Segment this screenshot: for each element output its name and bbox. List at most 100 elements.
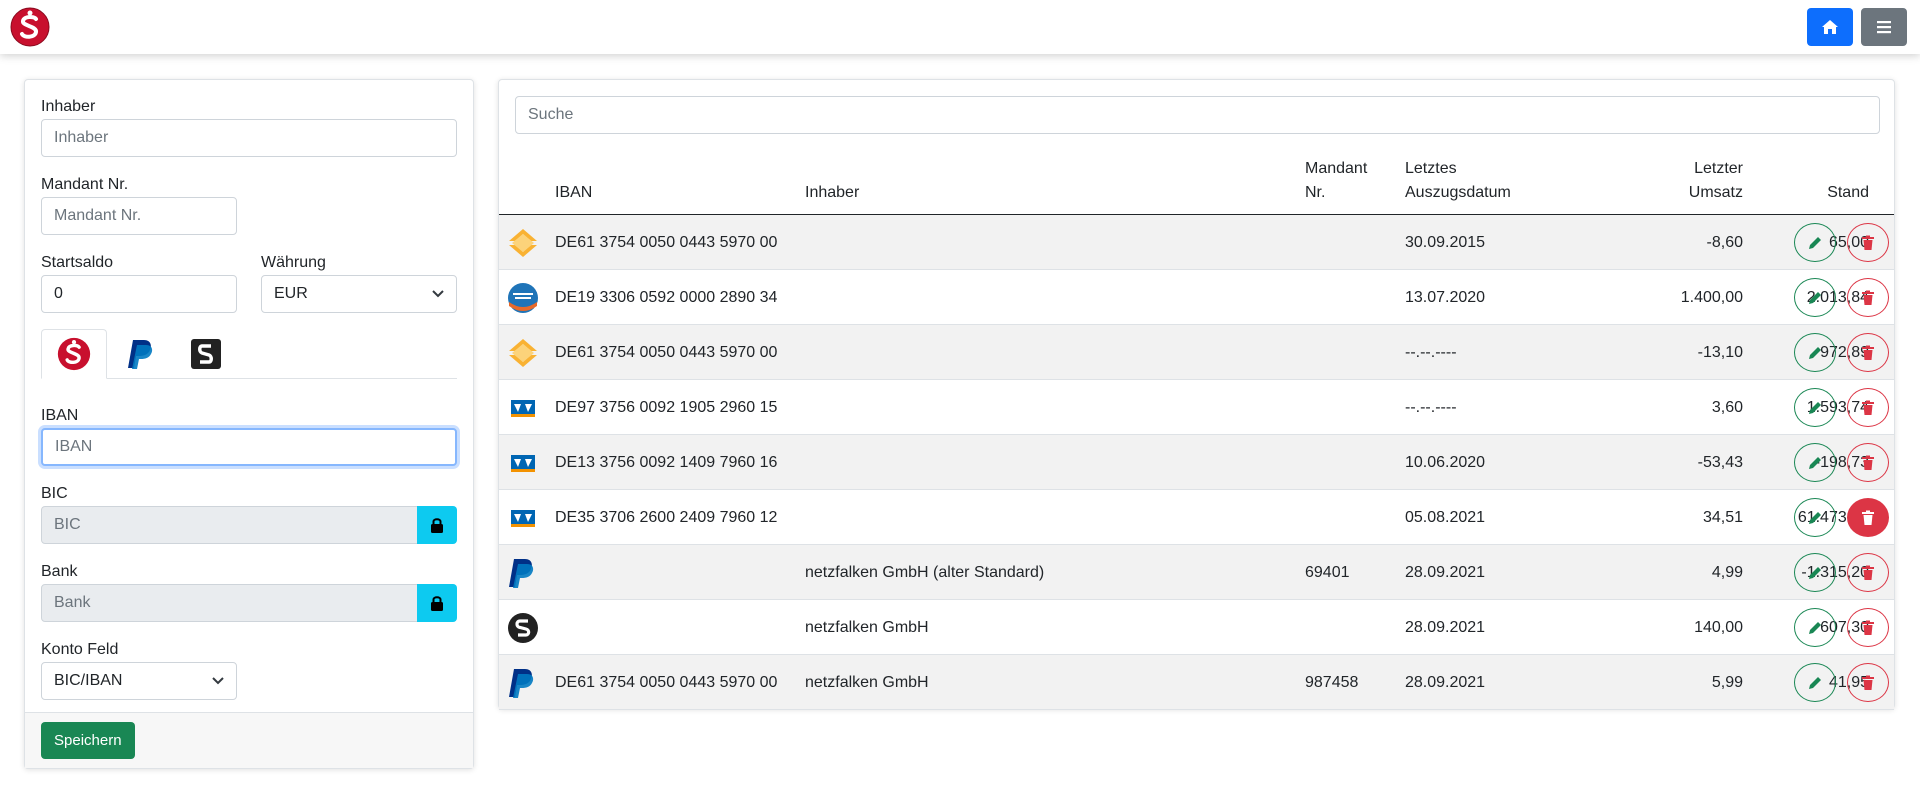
tab-sparkasse[interactable]: [41, 329, 107, 379]
cell-datum: 10.06.2020: [1405, 453, 1486, 471]
inhaber-input[interactable]: Inhaber: [41, 119, 457, 157]
commerzbank-icon: [507, 227, 539, 259]
edit-button[interactable]: [1794, 608, 1836, 647]
cell-inhaber: netzfalken GmbH: [805, 618, 929, 636]
table-row[interactable]: DE61 3754 0050 0443 5970 00 netzfalken Gm…: [499, 655, 1894, 710]
mandant-label: Mandant Nr.: [41, 176, 129, 193]
account-form-card: Inhaber Inhaber Mandant Nr. Mandant Nr. …: [24, 79, 474, 769]
col-header-iban[interactable]: IBAN: [555, 181, 592, 205]
konto-feld-value: BIC/IBAN: [54, 672, 123, 689]
delete-button[interactable]: [1847, 608, 1889, 647]
table-row[interactable]: DE61 3754 0050 0443 5970 00 30.09.2015 -8,…: [499, 215, 1894, 270]
delete-button[interactable]: [1847, 388, 1889, 427]
search-input[interactable]: Suche: [515, 96, 1880, 134]
cell-iban: DE97 3756 0092 1905 2960 15: [555, 398, 778, 416]
mandant-input[interactable]: Mandant Nr.: [41, 197, 237, 235]
delete-button[interactable]: [1847, 443, 1889, 482]
cell-iban: DE61 3754 0050 0443 5970 00: [555, 233, 778, 251]
bank-label: Bank: [41, 563, 78, 580]
edit-button[interactable]: [1794, 553, 1836, 592]
waehrung-label: Währung: [261, 254, 326, 271]
col-header-mandant-line2: Nr.: [1305, 184, 1326, 201]
delete-button[interactable]: [1847, 663, 1889, 702]
col-header-mandant-line1: Mandant: [1305, 160, 1368, 177]
pencil-icon: [1809, 621, 1821, 634]
trash-icon: [1862, 565, 1874, 580]
col-header-stand[interactable]: Stand: [1719, 181, 1869, 205]
delete-button[interactable]: [1847, 333, 1889, 372]
col-header-inhaber[interactable]: Inhaber: [805, 181, 859, 205]
paypal-icon: [507, 557, 539, 589]
lock-icon: [431, 518, 443, 533]
chevron-down-icon: [432, 290, 444, 298]
trash-icon: [1862, 510, 1874, 525]
pencil-icon: [1809, 511, 1821, 524]
tab-s-app[interactable]: [173, 329, 239, 379]
bank-lock-button[interactable]: [417, 584, 457, 622]
volksbank-icon: [507, 447, 539, 479]
pencil-icon: [1809, 676, 1821, 689]
edit-button[interactable]: [1794, 223, 1836, 262]
hamburger-menu-icon: [1877, 21, 1891, 34]
table-row[interactable]: DE13 3756 0092 1409 7960 16 10.06.2020 -53…: [499, 435, 1894, 490]
startsaldo-label: Startsaldo: [41, 254, 114, 271]
edit-button[interactable]: [1794, 388, 1836, 427]
chevron-down-icon: [212, 677, 224, 685]
waehrung-value: EUR: [274, 285, 308, 302]
table-row[interactable]: netzfalken GmbH 28.09.2021 140,00 607,30: [499, 600, 1894, 655]
bic-lock-button[interactable]: [417, 506, 457, 544]
table-row[interactable]: DE19 3306 0592 0000 2890 34 13.07.2020 1.4…: [499, 270, 1894, 325]
startsaldo-input[interactable]: 0: [41, 275, 237, 313]
table-row[interactable]: DE61 3754 0050 0443 5970 00 --.--.---- -13…: [499, 325, 1894, 380]
iban-input[interactable]: IBAN: [41, 428, 457, 466]
delete-button[interactable]: [1847, 498, 1889, 537]
cell-datum: --.--.----: [1405, 343, 1457, 361]
cell-mandant: 987458: [1305, 673, 1359, 691]
cell-iban: DE61 3754 0050 0443 5970 00: [555, 343, 778, 361]
cell-datum: 30.09.2015: [1405, 233, 1486, 251]
cell-datum: 28.09.2021: [1405, 563, 1486, 581]
save-button[interactable]: Speichern: [41, 722, 135, 759]
s-app-icon: [507, 612, 539, 644]
pencil-icon: [1809, 566, 1821, 579]
pencil-icon: [1809, 401, 1821, 414]
col-header-mandant[interactable]: Mandant Nr.: [1305, 157, 1367, 205]
col-header-umsatz-line1: Letzter: [1694, 160, 1743, 177]
accounts-table-card: Suche IBAN Inhaber Mandant Nr. Letztes A…: [498, 79, 1895, 710]
col-header-datum[interactable]: Letztes Auszugsdatum: [1405, 157, 1511, 205]
trash-icon: [1862, 290, 1874, 305]
cell-datum: --.--.----: [1405, 398, 1457, 416]
col-header-datum-line2: Auszugsdatum: [1405, 184, 1511, 201]
top-navbar: [0, 0, 1920, 54]
edit-button[interactable]: [1794, 443, 1836, 482]
trash-icon: [1862, 620, 1874, 635]
edit-button[interactable]: [1794, 278, 1836, 317]
edit-button[interactable]: [1794, 663, 1836, 702]
home-button[interactable]: [1807, 8, 1853, 46]
inhaber-label: Inhaber: [41, 98, 96, 115]
pencil-icon: [1809, 456, 1821, 469]
bank-input[interactable]: Bank: [41, 584, 418, 622]
edit-button[interactable]: [1794, 333, 1836, 372]
konto-feld-select[interactable]: BIC/IBAN: [41, 662, 237, 700]
cell-datum: 28.09.2021: [1405, 618, 1486, 636]
trash-icon: [1862, 345, 1874, 360]
delete-button[interactable]: [1847, 223, 1889, 262]
konto-feld-label: Konto Feld: [41, 641, 119, 658]
pencil-icon: [1809, 236, 1821, 249]
table-row[interactable]: DE97 3756 0092 1905 2960 15 --.--.---- 3,6…: [499, 380, 1894, 435]
tab-paypal[interactable]: [107, 329, 173, 379]
cell-inhaber: netzfalken GmbH (alter Standard): [805, 563, 1045, 581]
trash-icon: [1862, 235, 1874, 250]
bic-input[interactable]: BIC: [41, 506, 418, 544]
table-row[interactable]: DE35 3706 2600 2409 7960 12 05.08.2021 34,…: [499, 490, 1894, 545]
volksbank-icon: [507, 502, 539, 534]
sparkasse-logo-icon[interactable]: [10, 7, 50, 47]
delete-button[interactable]: [1847, 553, 1889, 592]
table-row[interactable]: netzfalken GmbH (alter Standard) 69401 28.…: [499, 545, 1894, 600]
edit-button[interactable]: [1794, 498, 1836, 537]
waehrung-select[interactable]: EUR: [261, 275, 457, 313]
delete-button[interactable]: [1847, 278, 1889, 317]
menu-button[interactable]: [1861, 8, 1907, 46]
form-footer: Speichern: [25, 712, 473, 768]
